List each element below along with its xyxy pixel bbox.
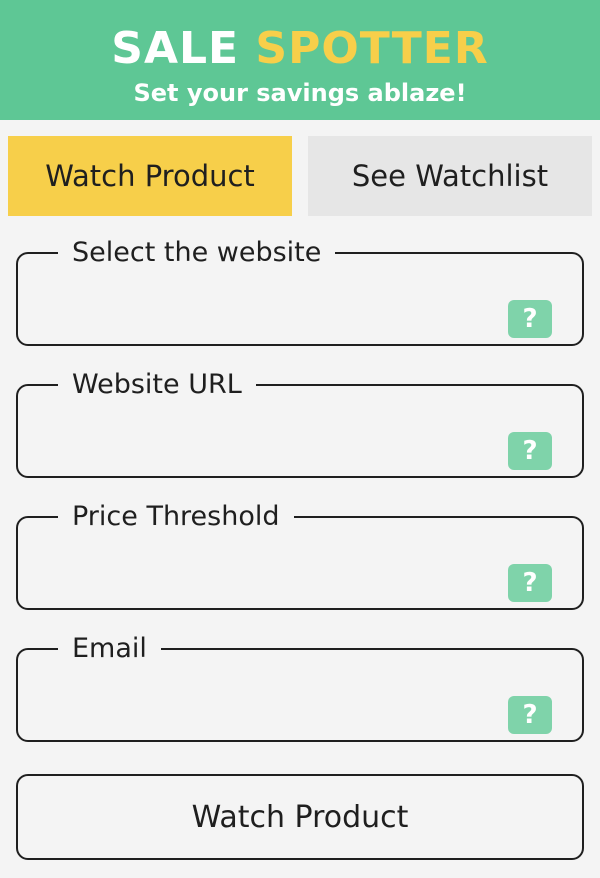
price-threshold-label: Price Threshold (72, 501, 280, 532)
website-select-field[interactable]: Select the website ? (16, 236, 584, 346)
brand-word-spotter: SPOTTER (255, 23, 489, 74)
question-mark-icon[interactable]: ? (508, 432, 552, 470)
price-threshold-input[interactable] (38, 558, 498, 604)
price-threshold-field[interactable]: Price Threshold ? (16, 500, 584, 610)
website-url-input[interactable] (38, 426, 498, 472)
app-header: SALE SPOTTER Set your savings ablaze! (0, 0, 600, 120)
email-input[interactable] (38, 690, 498, 736)
brand-word-sale: SALE (111, 23, 240, 74)
website-url-field[interactable]: Website URL ? (16, 368, 584, 478)
question-mark-icon[interactable]: ? (508, 696, 552, 734)
tab-see-watchlist[interactable]: See Watchlist (308, 136, 592, 216)
website-url-label: Website URL (72, 369, 242, 400)
app-tagline: Set your savings ablaze! (133, 79, 467, 107)
email-field[interactable]: Email ? (16, 632, 584, 742)
tab-watch-product[interactable]: Watch Product (8, 136, 292, 216)
email-label: Email (72, 633, 147, 664)
watch-product-submit-button[interactable]: Watch Product (16, 774, 584, 860)
website-select-label: Select the website (72, 237, 322, 268)
website-select-input[interactable] (38, 294, 498, 340)
app-logo-title: SALE SPOTTER (0, 24, 600, 74)
question-mark-icon[interactable]: ? (508, 564, 552, 602)
question-mark-icon[interactable]: ? (508, 300, 552, 338)
